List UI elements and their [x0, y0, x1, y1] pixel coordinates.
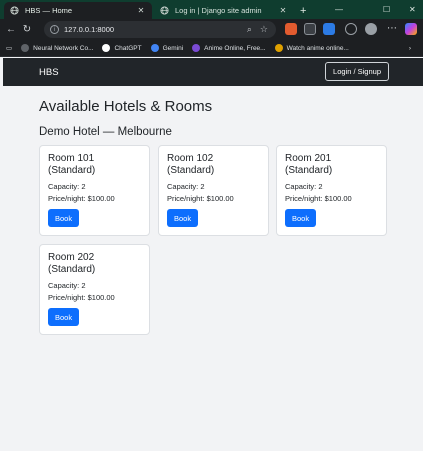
room-title: Room 101 (Standard): [48, 153, 96, 176]
brand-link[interactable]: HBS: [39, 67, 59, 78]
bookmark-item[interactable]: Gemini: [150, 44, 184, 52]
room-card: Room 202 (Standard) Capacity: 2 Price/ni…: [39, 244, 150, 335]
bookmark-favicon: [21, 44, 30, 52]
maximize-icon[interactable]: ☐: [383, 0, 390, 19]
close-tab-icon[interactable]: ✕: [278, 6, 288, 15]
room-title: Room 201 (Standard): [285, 153, 333, 176]
book-button[interactable]: Book: [167, 209, 199, 227]
search-icon[interactable]: ⌕: [247, 24, 252, 35]
new-tab-icon[interactable]: +: [300, 2, 306, 19]
room-capacity: Capacity: 2: [48, 281, 86, 290]
hotel-name: Demo Hotel — Melbourne: [39, 126, 172, 138]
room-price: Price/night: $100.00: [48, 194, 115, 203]
reload-icon[interactable]: ↻: [19, 24, 35, 35]
extensions-icon[interactable]: [345, 23, 357, 35]
room-card: Room 201 (Standard) Capacity: 2 Price/ni…: [276, 145, 387, 236]
bookmark-label: Watch anime online...: [286, 44, 349, 52]
tab-django-admin[interactable]: Log in | Django site admin ✕: [154, 2, 294, 19]
room-card: Room 101 (Standard) Capacity: 2 Price/ni…: [39, 145, 150, 236]
chatgpt-icon: [102, 44, 111, 52]
bookmark-label: Gemini: [162, 44, 184, 52]
star-icon[interactable]: ☆: [260, 24, 268, 35]
room-title: Room 102 (Standard): [167, 153, 215, 176]
back-arrow-icon[interactable]: ←: [3, 24, 19, 35]
minimize-icon[interactable]: —: [335, 0, 343, 19]
close-window-icon[interactable]: ✕: [409, 0, 416, 19]
tab-title: Log in | Django site admin: [175, 6, 262, 15]
bookmark-item[interactable]: Watch anime online...: [274, 44, 349, 52]
bookmarks-icon[interactable]: ▭: [6, 44, 12, 52]
profile-avatar-icon[interactable]: [365, 23, 377, 35]
room-capacity: Capacity: 2: [285, 182, 323, 191]
url-text[interactable]: 127.0.0.1:8000: [64, 25, 247, 34]
browser-tabbar: HBS — Home ✕ Log in | Django site admin …: [0, 0, 423, 19]
main-content: Available Hotels & Rooms Demo Hotel — Me…: [39, 86, 399, 138]
anime-site-icon: [192, 44, 201, 52]
address-toolbar: ← ↻ i 127.0.0.1:8000 ⌕ ☆ ⋯: [0, 19, 423, 40]
close-tab-icon[interactable]: ✕: [136, 6, 146, 15]
room-price: Price/night: $100.00: [167, 194, 234, 203]
bookmark-label: Neural Network Co...: [33, 44, 94, 52]
room-title: Room 202 (Standard): [48, 252, 96, 275]
book-button[interactable]: Book: [285, 209, 317, 227]
room-price: Price/night: $100.00: [48, 293, 115, 302]
tab-hbs-home[interactable]: HBS — Home ✕: [4, 2, 152, 19]
address-bar[interactable]: i 127.0.0.1:8000 ⌕ ☆: [44, 21, 276, 38]
tab-title: HBS — Home: [25, 6, 73, 15]
book-button[interactable]: Book: [48, 308, 80, 326]
more-menu-icon[interactable]: ⋯: [384, 23, 400, 34]
globe-icon: [10, 6, 19, 15]
extension-icon[interactable]: [323, 23, 335, 35]
login-signup-button[interactable]: Login / Signup: [325, 62, 389, 81]
room-capacity: Capacity: 2: [48, 182, 86, 191]
bookmark-label: ChatGPT: [114, 44, 142, 52]
page-title: Available Hotels & Rooms: [39, 98, 213, 115]
globe-icon: [160, 6, 169, 15]
book-button[interactable]: Book: [48, 209, 80, 227]
room-card: Room 102 (Standard) Capacity: 2 Price/ni…: [158, 145, 269, 236]
anime-site-icon: [274, 44, 283, 52]
site-navbar: HBS Login / Signup: [3, 58, 423, 86]
copilot-icon[interactable]: [405, 23, 417, 35]
bookmark-label: Anime Online, Free...: [204, 44, 266, 52]
bookmark-item[interactable]: ChatGPT: [102, 44, 142, 52]
bookmark-item[interactable]: Neural Network Co...: [21, 44, 93, 52]
site-info-icon[interactable]: i: [50, 25, 59, 34]
bookmarks-bar: ▭ Neural Network Co... ChatGPT Gemini An…: [0, 40, 423, 57]
extension-icon[interactable]: [304, 23, 316, 35]
bookmark-item[interactable]: Anime Online, Free...: [192, 44, 266, 52]
chevron-right-icon[interactable]: ›: [409, 45, 411, 52]
gemini-icon: [150, 44, 159, 52]
extension-icon[interactable]: [285, 23, 297, 35]
room-price: Price/night: $100.00: [285, 194, 352, 203]
room-capacity: Capacity: 2: [167, 182, 205, 191]
